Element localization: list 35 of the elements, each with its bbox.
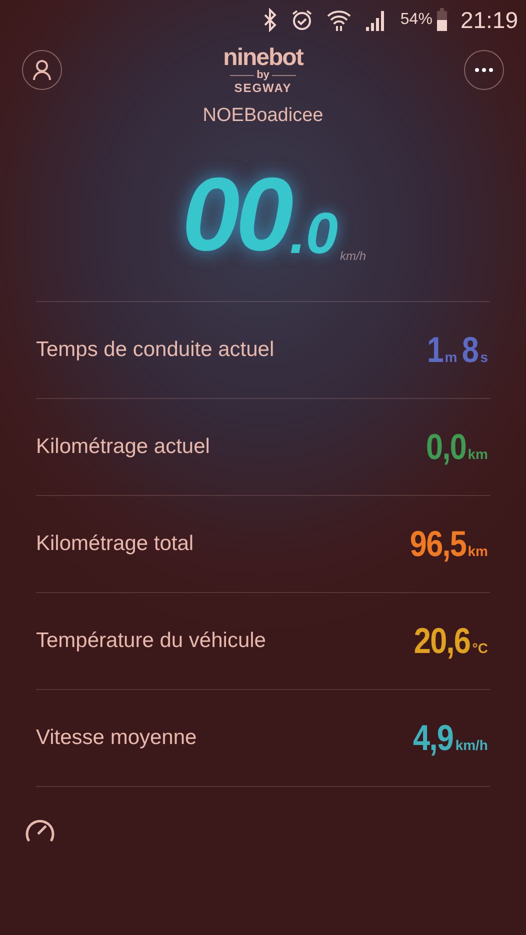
wifi-icon: [326, 8, 352, 32]
logo-wordmark: ninebot: [223, 46, 303, 70]
more-icon: [475, 68, 493, 72]
stat-label: Vitesse moyenne: [36, 726, 197, 750]
device-name: NOEBoadicee: [202, 105, 324, 127]
battery-percentage: 54%: [400, 11, 432, 29]
stat-label: Kilométrage total: [36, 532, 194, 556]
stat-value: 96,5: [410, 523, 466, 565]
stat-unit: °C: [472, 640, 488, 656]
stat-unit: km: [468, 446, 488, 462]
clock-time: 21:19: [460, 6, 518, 34]
speed-value: 00: [182, 163, 290, 267]
stat-label: Temps de conduite actuel: [36, 338, 274, 362]
stat-value: 20,6: [414, 620, 470, 662]
speed-unit: km/h: [340, 249, 366, 263]
stat-unit: s: [480, 349, 488, 365]
alarm-icon: [290, 8, 314, 32]
more-button[interactable]: [464, 50, 504, 90]
person-icon: [32, 59, 52, 81]
speedometer-icon[interactable]: [24, 817, 56, 843]
stat-value: 8: [462, 329, 478, 371]
stat-value: 1: [426, 329, 443, 371]
stat-value: 0,0: [426, 426, 466, 468]
stat-value: 4,9: [413, 717, 454, 759]
logo-by-text: by: [256, 70, 270, 81]
stat-label: Kilométrage actuel: [36, 435, 210, 459]
logo-subtitle: SEGWAY: [234, 82, 292, 94]
stat-unit: km/h: [455, 737, 488, 753]
stat-unit: m: [444, 349, 458, 365]
stat-label: Température du véhicule: [36, 629, 266, 653]
bluetooth-icon: [262, 8, 278, 32]
profile-button[interactable]: [22, 50, 62, 90]
speed-decimal: .0: [290, 205, 338, 263]
battery-icon: [436, 8, 448, 32]
stat-unit: km: [468, 543, 488, 559]
